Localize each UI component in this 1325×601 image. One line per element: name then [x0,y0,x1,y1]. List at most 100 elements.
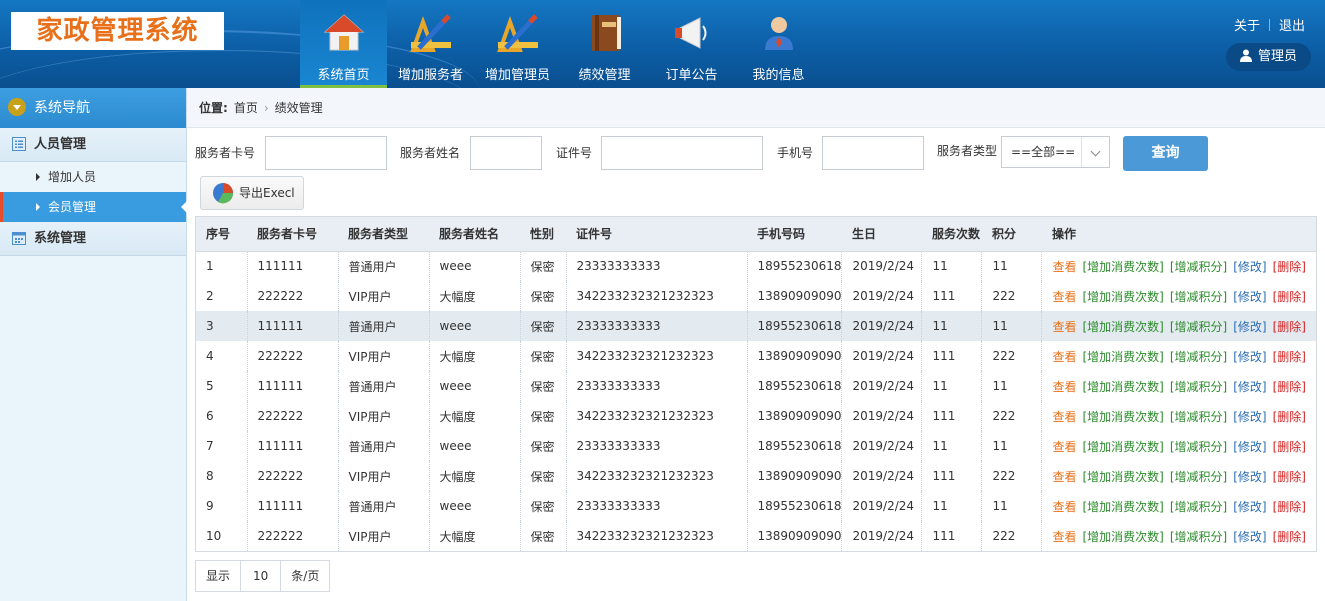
action-score-link[interactable]: [增减积分] [1170,500,1227,514]
id-number-input[interactable] [601,136,763,170]
action-score-link[interactable]: [增减积分] [1170,470,1227,484]
action-add-link[interactable]: [增加消费次数] [1083,320,1164,334]
action-view-link[interactable]: 查看 [1052,380,1076,394]
action-view-link[interactable]: 查看 [1052,320,1076,334]
worker-type-select[interactable]: ==全部== [1001,136,1110,168]
action-add-link[interactable]: [增加消费次数] [1083,530,1164,544]
nav-item-home[interactable]: 系统首页 [300,0,387,88]
action-score-link[interactable]: [增减积分] [1170,440,1227,454]
action-edit-link[interactable]: [修改] [1233,530,1266,544]
action-del-link[interactable]: [删除] [1273,290,1306,304]
table-cell: 普通用户 [338,491,430,521]
table-cell: VIP用户 [338,521,430,551]
phone-input[interactable] [822,136,924,170]
user-menu[interactable]: 管理员 [1226,43,1311,71]
action-edit-link[interactable]: [修改] [1233,440,1266,454]
divider [1268,19,1270,31]
house-icon [323,14,365,51]
table-row: 3 111111 普通用户 weee 保密 23333333333 18955230618 2… [196,311,1316,341]
action-edit-link[interactable]: [修改] [1233,290,1266,304]
table-cell: 10 [196,521,248,551]
action-view-link[interactable]: 查看 [1052,500,1076,514]
action-add-link[interactable]: [增加消费次数] [1083,260,1164,274]
table-cell: 2019/2/24 [841,401,923,431]
action-view-link[interactable]: 查看 [1052,290,1076,304]
action-del-link[interactable]: [删除] [1273,320,1306,334]
logout-link[interactable]: 退出 [1279,19,1305,34]
action-score-link[interactable]: [增减积分] [1170,320,1227,334]
page-size-input[interactable]: 10 [240,561,282,591]
nav-item-performance[interactable]: 绩效管理 [561,0,648,88]
table-cell: 保密 [520,461,567,491]
action-view-link[interactable]: 查看 [1052,530,1076,544]
action-edit-link[interactable]: [修改] [1233,470,1266,484]
table-cell: 23333333333 [566,311,748,341]
sidebar-group-system[interactable]: 系统管理 [0,222,186,256]
action-edit-link[interactable]: [修改] [1233,380,1266,394]
table-cell: 普通用户 [338,431,430,461]
action-del-link[interactable]: [删除] [1273,410,1306,424]
sidebar-group-personnel[interactable]: 人员管理 [0,128,186,162]
action-add-link[interactable]: [增加消费次数] [1083,410,1164,424]
action-view-link[interactable]: 查看 [1052,410,1076,424]
table-cell: 222 [981,401,1043,431]
worker-name-input[interactable] [470,136,542,170]
action-score-link[interactable]: [增减积分] [1170,410,1227,424]
action-score-link[interactable]: [增减积分] [1170,380,1227,394]
breadcrumb-home[interactable]: 首页 [234,101,258,115]
export-excel-button[interactable]: 导出Execl [200,176,304,210]
table-row: 1 111111 普通用户 weee 保密 23333333333 18955230618 2… [196,251,1316,281]
action-score-link[interactable]: [增减积分] [1170,530,1227,544]
nav-item-my-info[interactable]: 我的信息 [735,0,822,88]
action-view-link[interactable]: 查看 [1052,440,1076,454]
breadcrumb: 位置: 首页 › 绩效管理 [187,88,1325,128]
sidebar-item-label: 增加人员 [48,170,97,184]
table-cell: 18955230618 [747,251,843,281]
sidebar-item-member-management[interactable]: 会员管理 [0,192,187,222]
action-del-link[interactable]: [删除] [1273,350,1306,364]
action-score-link[interactable]: [增减积分] [1170,350,1227,364]
action-edit-link[interactable]: [修改] [1233,500,1266,514]
action-add-link[interactable]: [增加消费次数] [1083,290,1164,304]
action-add-link[interactable]: [增加消费次数] [1083,350,1164,364]
table-cell: 23333333333 [566,371,748,401]
card-number-input[interactable] [265,136,387,170]
action-add-link[interactable]: [增加消费次数] [1083,380,1164,394]
action-add-link[interactable]: [增加消费次数] [1083,500,1164,514]
action-edit-link[interactable]: [修改] [1233,260,1266,274]
nav-item-order-notice[interactable]: 订单公告 [648,0,735,88]
action-edit-link[interactable]: [修改] [1233,350,1266,364]
row-actions: 查看 [增加消费次数] [增减积分] [修改] [删除] [1042,341,1316,371]
action-del-link[interactable]: [删除] [1273,260,1306,274]
action-add-link[interactable]: [增加消费次数] [1083,470,1164,484]
table-cell: 222222 [247,341,339,371]
table-cell: 保密 [520,431,567,461]
action-del-link[interactable]: [删除] [1273,380,1306,394]
row-actions: 查看 [增加消费次数] [增减积分] [修改] [删除] [1042,431,1316,461]
export-label: 导出Execl [239,186,295,200]
action-del-link[interactable]: [删除] [1273,500,1306,514]
about-link[interactable]: 关于 [1234,19,1260,34]
main-nav: 系统首页 增加服务者 增加管理员 绩效管理 订单公告 我的信息 [300,0,822,88]
nav-item-add-admin[interactable]: 增加管理员 [474,0,561,88]
action-view-link[interactable]: 查看 [1052,470,1076,484]
action-del-link[interactable]: [删除] [1273,470,1306,484]
action-view-link[interactable]: 查看 [1052,260,1076,274]
action-del-link[interactable]: [删除] [1273,530,1306,544]
calendar-icon [12,232,26,245]
action-del-link[interactable]: [删除] [1273,440,1306,454]
table-cell: 111111 [247,251,339,281]
table-cell: 6 [196,401,248,431]
action-add-link[interactable]: [增加消费次数] [1083,440,1164,454]
query-button[interactable]: 查询 [1123,136,1208,171]
action-edit-link[interactable]: [修改] [1233,410,1266,424]
nav-item-add-worker[interactable]: 增加服务者 [387,0,474,88]
action-score-link[interactable]: [增减积分] [1170,290,1227,304]
table-cell: 18955230618 [747,431,843,461]
table-cell: 大幅度 [429,521,521,551]
sidebar-item-add-person[interactable]: 增加人员 [0,162,186,192]
action-edit-link[interactable]: [修改] [1233,320,1266,334]
action-score-link[interactable]: [增减积分] [1170,260,1227,274]
table-cell: 23333333333 [566,431,748,461]
action-view-link[interactable]: 查看 [1052,350,1076,364]
